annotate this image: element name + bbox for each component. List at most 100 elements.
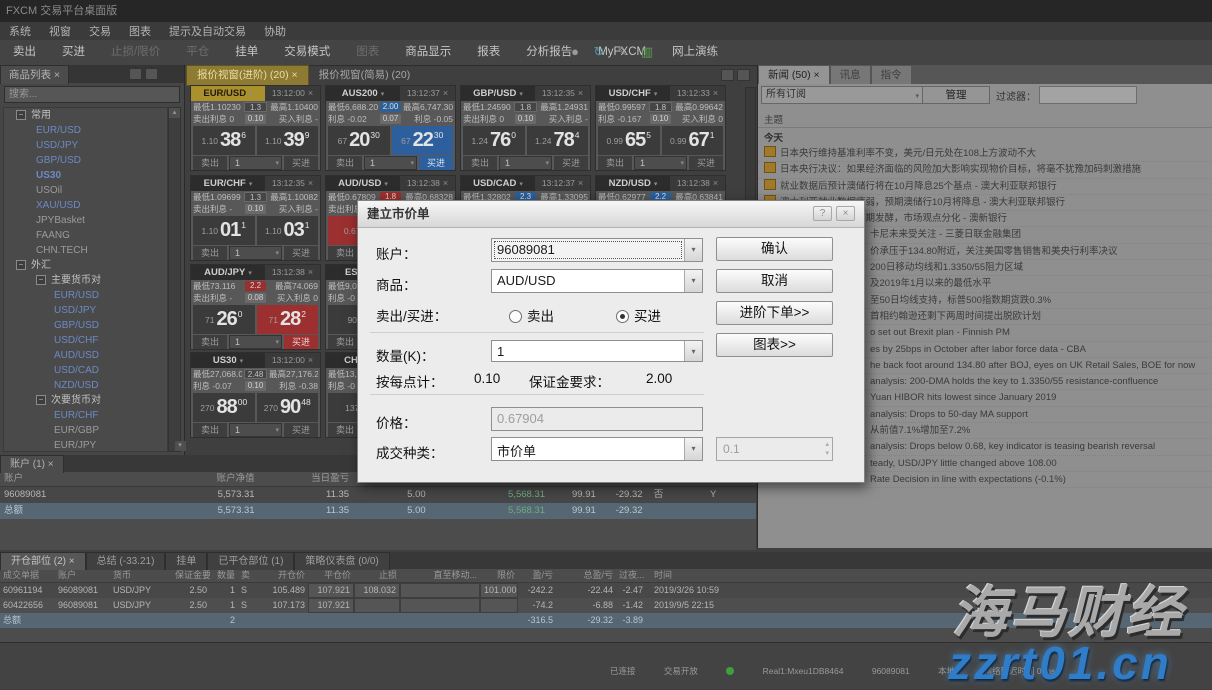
sell-button[interactable]: 卖出 — [193, 156, 227, 170]
column-header[interactable]: 时间 — [646, 569, 766, 582]
column-header[interactable]: 当日盈亏 — [259, 472, 354, 486]
column-header[interactable]: 直至移动... — [400, 569, 480, 582]
chevron-down-icon[interactable]: ▾ — [248, 270, 252, 277]
tree-item[interactable]: USOil — [4, 183, 167, 198]
tree-item[interactable]: USD/CHF — [4, 333, 167, 348]
help-icon[interactable]: ? — [813, 206, 832, 221]
column-header[interactable]: 平仓价 — [308, 569, 354, 582]
news-item[interactable]: 就业数据后预计澳储行将在10月降息25个基点 - 澳大利亚联邦银行 — [758, 179, 1212, 195]
tree-item[interactable]: US30 — [4, 168, 167, 183]
positions-tab[interactable]: 总结 (-33.21) — [86, 552, 166, 570]
chevron-down-icon[interactable]: ▾ — [249, 91, 253, 98]
close-icon[interactable]: × — [443, 88, 448, 98]
quantity-select[interactable]: 1▾ — [229, 156, 282, 170]
positions-tab[interactable]: 挂单 — [165, 552, 207, 570]
tree-scrollbar[interactable]: ▴ ▾ — [168, 107, 181, 452]
toolbar-button[interactable]: 交易模式 — [271, 40, 343, 65]
close-icon[interactable]: × — [308, 355, 313, 365]
toolbar-button[interactable]: 买进 — [49, 40, 98, 65]
sell-price-button[interactable]: 1.24760 — [463, 126, 525, 155]
tree-item[interactable]: EUR/CHF — [4, 408, 167, 423]
panel-icon[interactable] — [145, 68, 158, 80]
news-item[interactable]: 日本央行维持基准利率不变，美元/日元处在108上方波动不大 — [758, 146, 1212, 162]
quantity-select[interactable]: 1▾ — [229, 423, 282, 437]
toolbar-button[interactable]: 平仓 — [173, 40, 222, 65]
close-icon[interactable]: × — [308, 178, 313, 188]
toolbar-button[interactable]: 商品显示 — [392, 40, 464, 65]
tab-accounts[interactable]: 账户 (1) × — [0, 455, 64, 473]
tree-item[interactable]: CHN.TECH — [4, 243, 167, 258]
quantity-select[interactable]: 1▾ — [229, 246, 282, 260]
buy-price-button[interactable]: 1.10031 — [257, 216, 319, 245]
quantity-select[interactable]: 1▾ — [499, 156, 552, 170]
toolbar-button[interactable]: 止损/限价 — [98, 40, 173, 65]
menu-item[interactable]: 提示及自动交易 — [160, 23, 255, 41]
quantity-select[interactable]: 1▾ — [229, 335, 282, 349]
tile-symbol[interactable]: USD/CAD▾ — [461, 176, 535, 191]
tree-item[interactable]: NZD/USD — [4, 378, 167, 393]
sell-price-button[interactable]: 71260 — [193, 305, 255, 334]
sell-button[interactable]: 卖出 — [463, 156, 497, 170]
column-header[interactable]: 过夜... — [616, 569, 646, 582]
table-row[interactable]: 总额 5,573.31 11.35 5.00 5,568.31 99.91 -2… — [0, 503, 756, 519]
column-header[interactable]: 数量 — [210, 569, 238, 582]
close-icon[interactable]: × — [308, 267, 313, 277]
chevron-down-icon[interactable]: ▾ — [381, 91, 385, 98]
tab-symbol-list[interactable]: 商品列表 × — [0, 65, 69, 84]
quotes-tab[interactable]: 报价视窗(进阶) (20) × — [186, 65, 309, 86]
tile-symbol[interactable]: EUR/USD▾ — [191, 86, 265, 101]
chevron-down-icon[interactable]: ▾ — [684, 341, 702, 361]
column-header[interactable]: 账户净值 — [119, 472, 258, 486]
tree-item[interactable]: AUD/USD — [4, 348, 167, 363]
toolbar-icon[interactable]: ● — [566, 43, 584, 61]
tree-item[interactable]: 外汇 — [4, 258, 167, 273]
chevron-down-icon[interactable]: ▾ — [249, 181, 253, 188]
column-header[interactable]: 保证金要求 — [172, 569, 210, 582]
menu-item[interactable]: 系统 — [0, 23, 40, 41]
news-item[interactable]: 日本央行决议：如果经济面临的风险加大影响实现物价目标，将毫不犹豫加码刺激措施 — [758, 162, 1212, 178]
tile-symbol[interactable]: US30▾ — [191, 353, 265, 368]
chevron-down-icon[interactable]: ▾ — [654, 181, 658, 188]
news-tab[interactable]: 讯息 — [830, 65, 871, 84]
tree-item[interactable]: EUR/GBP — [4, 423, 167, 438]
positions-tab[interactable]: 开仓部位 (2) × — [0, 552, 86, 570]
dialog-title[interactable]: 建立市价单 — [358, 201, 864, 228]
column-header[interactable]: 盈/亏 — [518, 569, 556, 582]
tree-item[interactable]: EUR/JPY — [4, 438, 167, 452]
instrument-select[interactable]: AUD/USD ▾ — [491, 269, 703, 293]
positions-tab[interactable]: 策略仪表盘 (0/0) — [294, 552, 389, 570]
advanced-order-button[interactable]: 进阶下单>> — [716, 301, 833, 325]
panel-icon[interactable] — [129, 68, 142, 80]
buy-price-button[interactable]: 1.24784 — [527, 126, 589, 155]
buy-radio[interactable]: 买进 — [616, 305, 661, 325]
column-header[interactable]: 止损 — [354, 569, 400, 582]
toolbar-button[interactable]: 挂单 — [222, 40, 271, 65]
buy-price-button[interactable]: 0.99671 — [662, 126, 724, 155]
quantity-select[interactable]: 1▾ — [634, 156, 687, 170]
buy-button[interactable]: 买进 — [284, 246, 318, 260]
quantity-select[interactable]: 1▾ — [364, 156, 417, 170]
sell-price-button[interactable]: 1.10386 — [193, 126, 255, 155]
column-header[interactable]: 成交单据 — [0, 569, 55, 582]
close-icon[interactable]: × — [308, 88, 313, 98]
sell-price-button[interactable]: 672030 — [328, 126, 390, 155]
tree-item[interactable]: USD/CAD — [4, 363, 167, 378]
news-tab[interactable]: 指令 — [871, 65, 912, 84]
tree-item[interactable]: GBP/USD — [4, 153, 167, 168]
chevron-down-icon[interactable]: ▾ — [519, 181, 523, 188]
tree-item[interactable]: 常用 — [4, 108, 167, 123]
manage-button[interactable]: 管理 — [922, 86, 990, 104]
sell-button[interactable]: 卖出 — [328, 156, 362, 170]
tree-item[interactable]: USD/JPY — [4, 138, 167, 153]
close-icon[interactable]: × — [836, 206, 855, 221]
radio-selected-icon[interactable] — [616, 310, 629, 323]
chevron-down-icon[interactable]: ▾ — [684, 438, 702, 460]
tree-item[interactable]: FAANG — [4, 228, 167, 243]
toolbar-button[interactable]: 图表 — [343, 40, 392, 65]
buy-button[interactable]: 买进 — [554, 156, 588, 170]
search-input[interactable]: 搜索... — [4, 86, 180, 103]
tree-item[interactable]: 次要货币对 — [4, 393, 167, 408]
chevron-down-icon[interactable]: ▾ — [519, 91, 523, 98]
chevron-down-icon[interactable]: ▾ — [654, 91, 658, 98]
tile-symbol[interactable]: EUR/CHF▾ — [191, 176, 265, 191]
